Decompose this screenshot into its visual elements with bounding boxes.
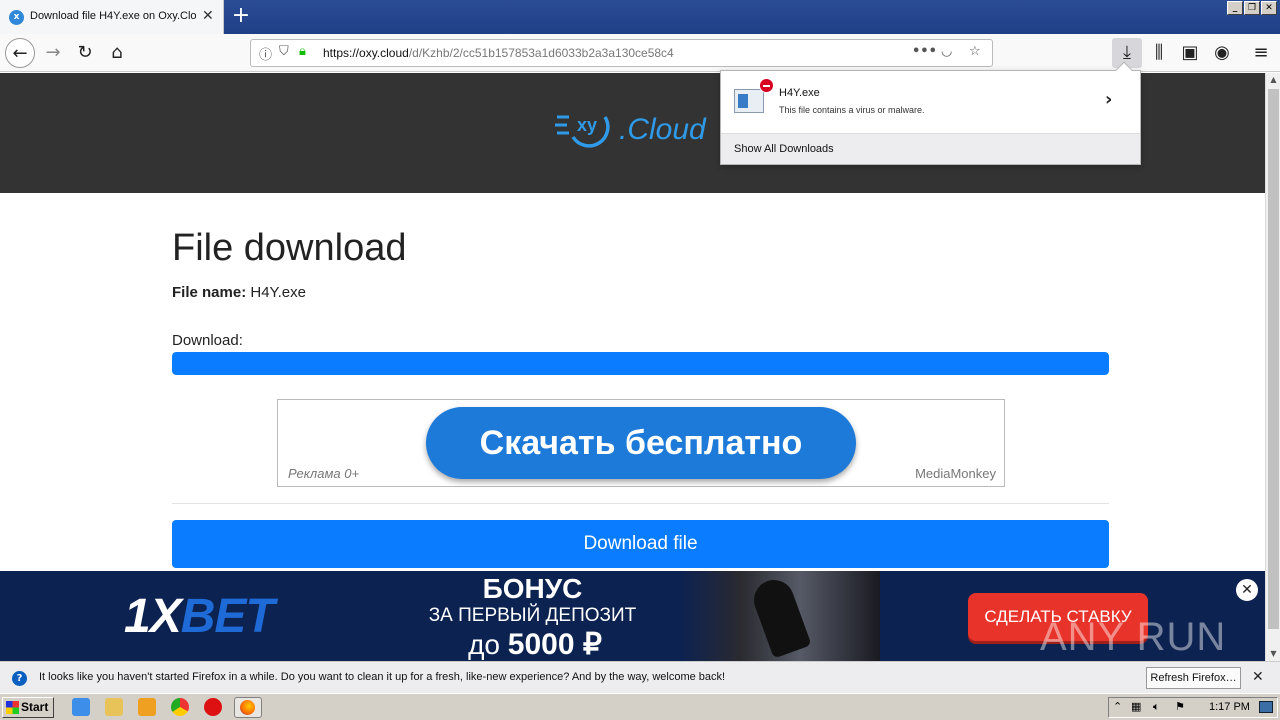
banner-athlete-image [680, 571, 880, 661]
ad-download-button[interactable]: Скачать бесплатно [426, 407, 856, 479]
tab-title: Download file H4Y.exe on Oxy.Cloud [30, 10, 196, 22]
chrome-icon[interactable] [171, 698, 189, 716]
new-tab-button[interactable]: + [230, 4, 252, 28]
ie-icon[interactable] [72, 698, 90, 716]
menu-icon[interactable]: ≡ [1246, 38, 1276, 68]
file-name-row: File name: H4Y.exe [172, 284, 306, 301]
restore-icon[interactable]: ❐ [1244, 1, 1260, 15]
url-text: https://oxy.cloud/d/Kzhb/2/cc51b157853a1… [323, 46, 674, 60]
notification-close-icon[interactable]: ✕ [1252, 669, 1264, 685]
page-scrollbar[interactable]: ▲ ▼ [1265, 73, 1280, 661]
download-item-filename: H4Y.exe [779, 87, 820, 99]
home-button[interactable]: ⌂ [102, 38, 132, 68]
tab-active[interactable]: x Download file H4Y.exe on Oxy.Cloud ✕ [0, 0, 224, 34]
minimize-icon[interactable]: _ [1227, 1, 1243, 15]
start-label: Start [21, 700, 49, 714]
url-path: /d/Kzhb/2/cc51b157853a1d6033b2a3a130ce58… [408, 46, 674, 60]
reload-button[interactable]: ↻ [70, 38, 100, 68]
info-icon[interactable]: ⓘ [259, 44, 272, 63]
url-bar[interactable]: ⓘ ⛉ 🔒︎ https://oxy.cloud/d/Kzhb/2/cc51b1… [250, 39, 993, 67]
account-icon[interactable]: ◉ [1207, 38, 1237, 68]
oxy-favicon-icon: x [9, 10, 24, 25]
page-actions-icon[interactable]: ••• [912, 44, 937, 59]
banner-amount: до 5000 ₽ [460, 627, 610, 661]
downloads-button[interactable]: ⤓ [1112, 38, 1142, 68]
clock: 1:17 PM [1209, 701, 1250, 713]
notification-message: It looks like you haven't started Firefo… [39, 671, 726, 683]
url-host: https://oxy.cloud [323, 46, 409, 60]
windows-flag-icon [6, 701, 19, 714]
banner-amount-prefix: до [468, 629, 500, 660]
lock-icon[interactable]: 🔒︎ [299, 44, 306, 59]
banner-bonus: БОНУС [482, 573, 583, 604]
volume-icon[interactable]: 🔈︎ [1153, 700, 1160, 714]
window-close-icon[interactable]: ✕ [1261, 1, 1277, 15]
scroll-up-icon[interactable]: ▲ [1266, 73, 1280, 87]
show-desktop-icon[interactable] [1259, 701, 1273, 713]
info-question-icon: ? [12, 671, 27, 686]
download-file-button[interactable]: Download file [172, 520, 1109, 568]
forward-button[interactable]: → [38, 38, 68, 68]
logo-mark-text: xy [577, 115, 597, 135]
ad-box[interactable]: Скачать бесплатно Реклама 0+ MediaMonkey [277, 399, 1005, 487]
ad-sponsor: MediaMonkey [915, 466, 996, 481]
show-all-downloads-label: Show All Downloads [734, 143, 834, 155]
media-player-icon[interactable] [138, 698, 156, 716]
download-item-status: This file contains a virus or malware. [779, 105, 925, 115]
library-icon[interactable]: ⫼ [1144, 38, 1174, 68]
banner-close-icon[interactable]: ✕ [1236, 579, 1258, 601]
blocked-icon [759, 78, 774, 93]
file-name-label: File name: [172, 284, 247, 301]
pocket-icon[interactable]: ◡ [941, 44, 952, 59]
action-center-flag-icon[interactable]: ⚑ [1175, 700, 1185, 713]
download-progress-fill [172, 352, 1109, 375]
divider [172, 503, 1109, 504]
back-button[interactable]: ← [5, 38, 35, 68]
download-item[interactable]: H4Y.exe This file contains a virus or ma… [721, 71, 1140, 133]
explorer-folder-icon[interactable] [105, 698, 123, 716]
tab-strip: x Download file H4Y.exe on Oxy.Cloud ✕ +… [0, 0, 1280, 34]
nav-toolbar: ← → ↻ ⌂ ⓘ ⛉ 🔒︎ https://oxy.cloud/d/Kzhb/… [0, 34, 1280, 72]
exe-file-icon [734, 89, 764, 113]
file-name-value: H4Y.exe [250, 284, 306, 301]
tray-expand-icon[interactable]: ⌃ [1113, 700, 1122, 713]
page-title: File download [172, 227, 407, 269]
network-icon[interactable]: ▦ [1131, 700, 1141, 713]
downloads-panel: H4Y.exe This file contains a virus or ma… [720, 61, 1141, 165]
main-content: File download File name: H4Y.exe Downloa… [0, 193, 1265, 571]
banner-brand-bet: BET [180, 590, 275, 643]
anyrun-watermark: ANY RUN [1040, 615, 1227, 659]
banner-deposit: ЗА ПЕРВЫЙ ДЕПОЗИТ [428, 605, 637, 626]
logo-wordmark: .Cloud [619, 113, 706, 146]
banner-brand: 1XBET [124, 589, 275, 644]
download-progress-bar [172, 352, 1109, 375]
bookmark-star-icon[interactable]: ☆ [969, 44, 981, 59]
scroll-thumb[interactable] [1268, 89, 1279, 629]
firefox-icon [240, 700, 255, 715]
show-all-downloads-button[interactable]: Show All Downloads [721, 133, 1140, 164]
notification-bar: ? It looks like you haven't started Fire… [0, 661, 1280, 693]
betting-banner-ad[interactable]: 1XBET БОНУС ЗА ПЕРВЫЙ ДЕПОЗИТ до 5000 ₽ … [0, 571, 1265, 661]
firefox-task-button[interactable] [234, 697, 262, 718]
system-tray: ⌃ ▦ 🔈︎ ⚑ 1:17 PM [1108, 697, 1278, 718]
refresh-firefox-button[interactable]: Refresh Firefox… [1146, 667, 1241, 689]
opera-icon[interactable] [204, 698, 222, 716]
scroll-down-icon[interactable]: ▼ [1266, 647, 1280, 661]
ad-label: Реклама 0+ [288, 466, 360, 481]
sidebar-icon[interactable]: ▣ [1175, 38, 1205, 68]
tracking-shield-icon[interactable]: ⛉ [279, 44, 289, 59]
logo-mark-icon: xy [555, 115, 610, 148]
banner-brand-1x: 1X [124, 590, 182, 643]
taskbar: Start ⌃ ▦ 🔈︎ ⚑ 1:17 PM [0, 693, 1280, 720]
athlete-figure [748, 574, 812, 659]
start-button[interactable]: Start [2, 697, 54, 718]
download-label: Download: [172, 332, 243, 349]
chevron-right-icon[interactable]: › [1105, 89, 1112, 110]
banner-amount-value: 5000 ₽ [507, 628, 602, 661]
tab-close-icon[interactable]: ✕ [202, 8, 214, 24]
